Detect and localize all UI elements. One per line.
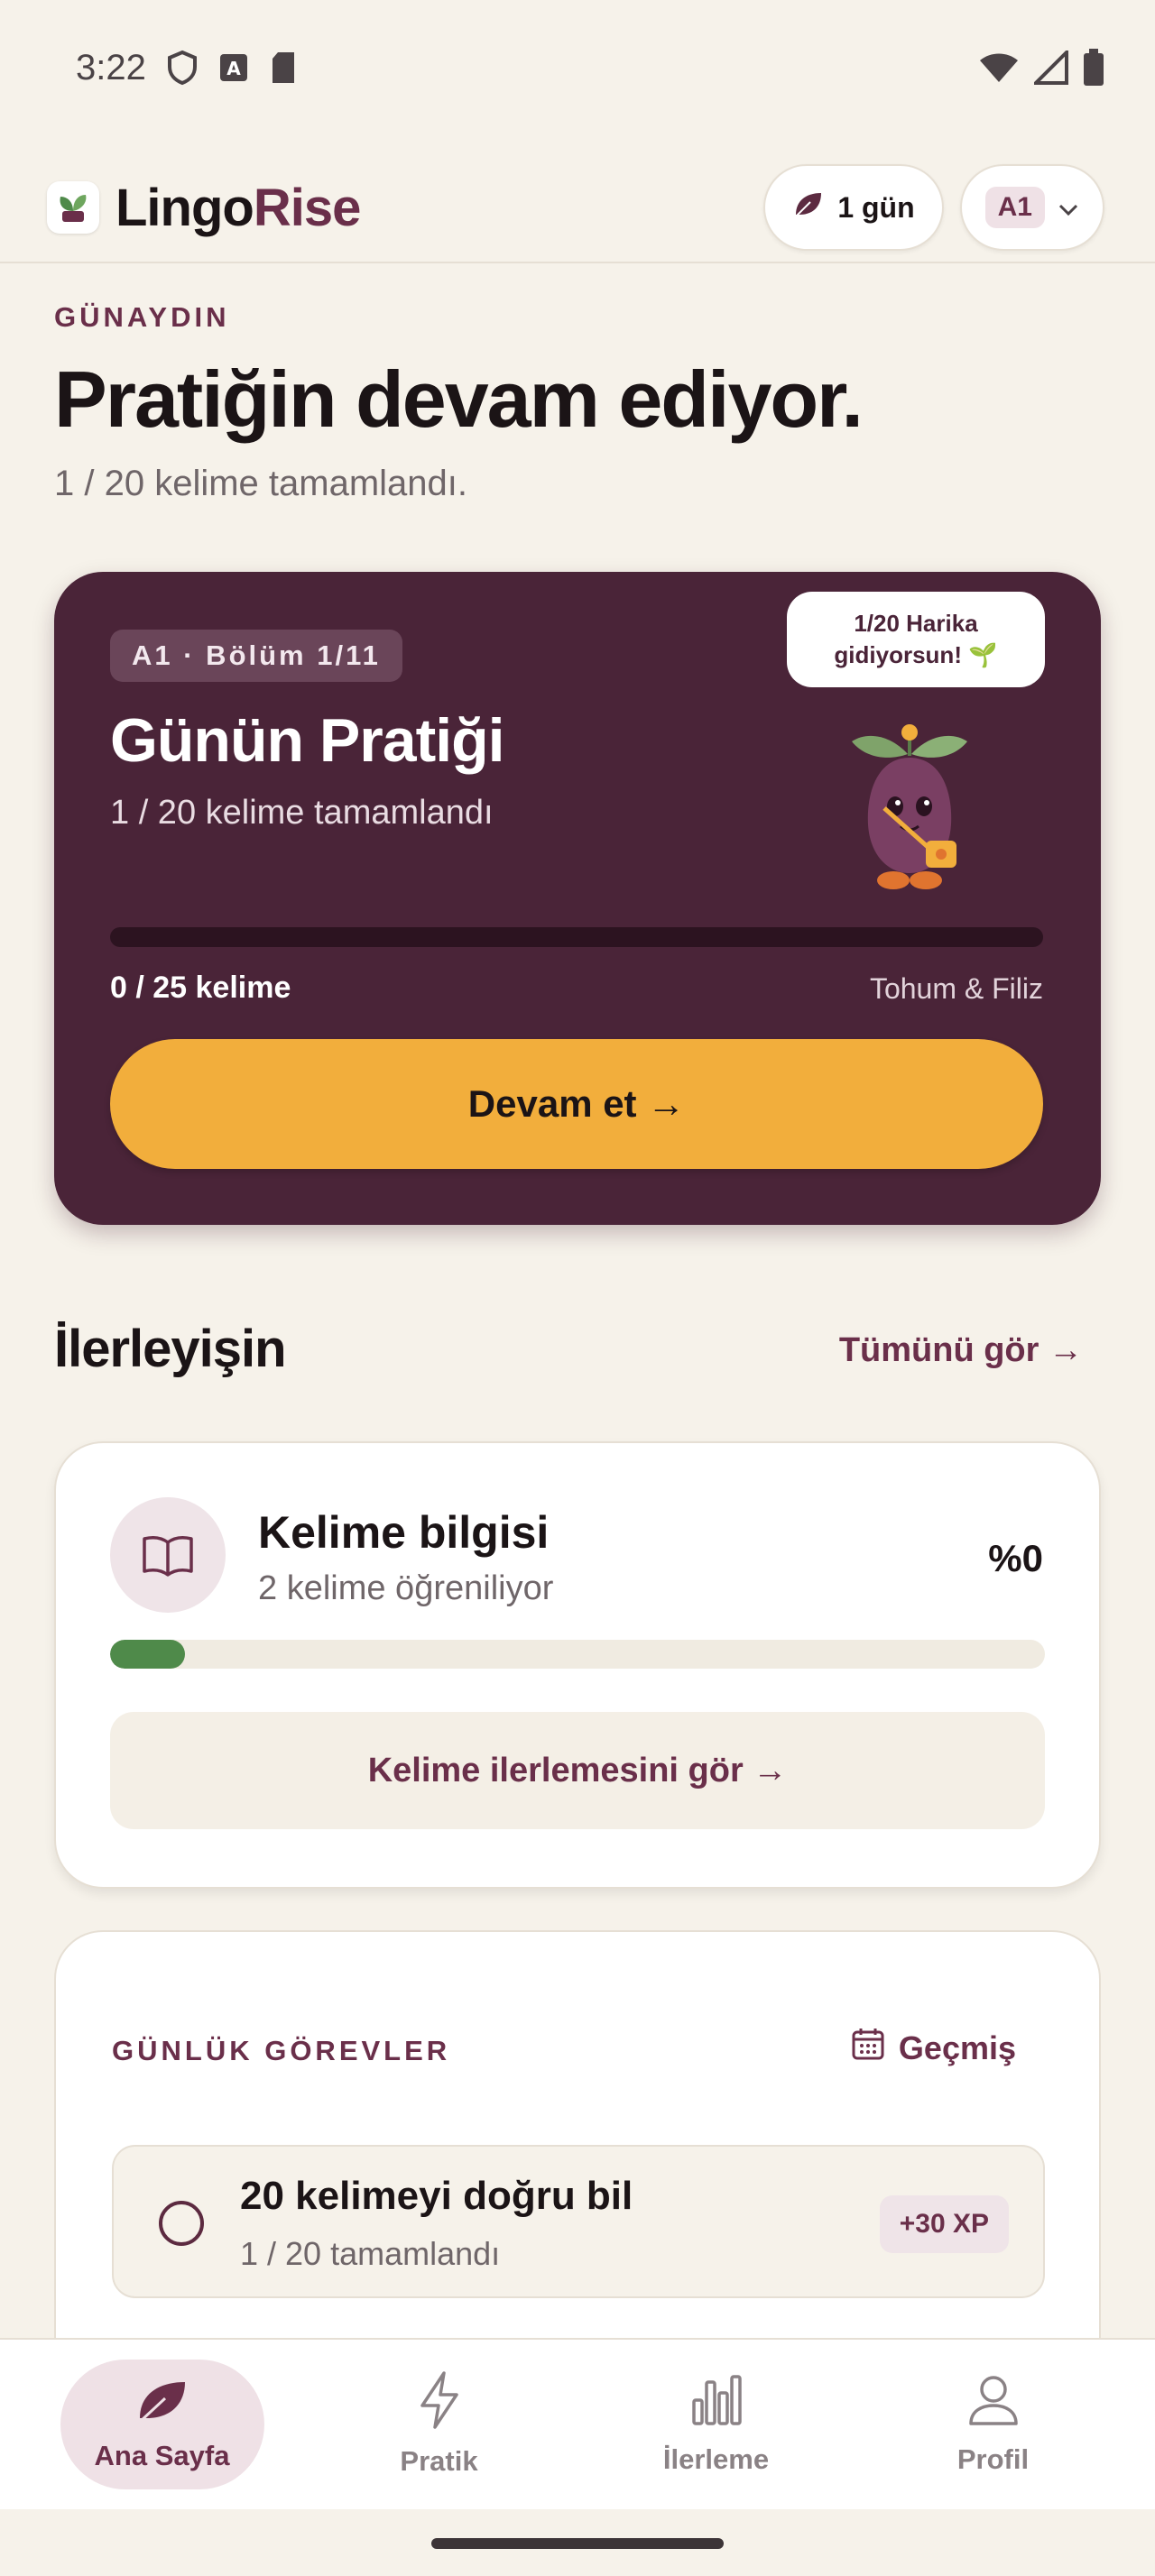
history-label: Geçmiş bbox=[898, 2029, 1016, 2066]
bottom-navigation: Ana Sayfa Pratik İlerleme Profil bbox=[0, 2338, 1155, 2509]
streak-label: 1 gün bbox=[837, 190, 915, 224]
nav-item-home[interactable]: Ana Sayfa bbox=[60, 2360, 264, 2489]
progress-section-title: İlerleyişin bbox=[54, 1320, 287, 1378]
task-title: 20 kelimeyi doğru bil bbox=[240, 2174, 633, 2218]
wifi-icon bbox=[978, 51, 1020, 84]
see-all-link[interactable]: Tümünü gör → bbox=[839, 1331, 1083, 1370]
svg-text:A: A bbox=[226, 58, 241, 79]
brand-name: LingoRise bbox=[116, 178, 362, 238]
calendar-icon bbox=[850, 2026, 886, 2070]
lightning-icon bbox=[417, 2371, 462, 2436]
task-subtitle: 1 / 20 tamamlandı bbox=[240, 2235, 501, 2272]
practice-stage-label: Tohum & Filiz bbox=[869, 972, 1043, 1005]
task-xp-badge: +30 XP bbox=[879, 2195, 1009, 2253]
leaf-icon bbox=[136, 2377, 189, 2431]
practice-subtitle: 1 / 20 kelime tamamlandı bbox=[110, 794, 494, 832]
leaf-icon bbox=[792, 189, 825, 225]
greeting-subtitle: 1 / 20 kelime tamamlandı. bbox=[54, 464, 467, 503]
vocabulary-title: Kelime bilgisi bbox=[258, 1507, 550, 1558]
daily-tasks-eyebrow: GÜNLÜK GÖREVLER bbox=[112, 2035, 451, 2066]
mascot-icon bbox=[828, 718, 991, 898]
header-actions: 1 gün A1 bbox=[763, 164, 1104, 251]
vocabulary-progress-track bbox=[110, 1640, 1045, 1669]
person-icon bbox=[967, 2373, 1020, 2434]
mascot-speech-bubble: 1/20 Harika gidiyorsun! 🌱 bbox=[787, 592, 1045, 687]
shield-icon bbox=[166, 50, 199, 86]
status-bar: 3:22 A bbox=[0, 0, 1155, 135]
brand-name-part2: Rise bbox=[253, 178, 362, 237]
practice-word-count: 0 / 25 kelime bbox=[110, 971, 291, 1005]
continue-button[interactable]: Devam et → bbox=[110, 1039, 1043, 1169]
bar-chart-icon bbox=[690, 2373, 743, 2434]
task-row[interactable]: 20 kelimeyi doğru bil 1 / 20 tamamlandı … bbox=[112, 2145, 1045, 2298]
nav-item-profile[interactable]: Profil bbox=[892, 2360, 1095, 2489]
status-left: 3:22 A bbox=[76, 48, 298, 88]
vocabulary-subtitle: 2 kelime öğreniliyor bbox=[258, 1569, 554, 1607]
level-selector[interactable]: A1 bbox=[959, 164, 1104, 251]
status-right bbox=[978, 49, 1104, 87]
vocabulary-percent: %0 bbox=[988, 1537, 1043, 1579]
status-time: 3:22 bbox=[76, 47, 146, 87]
nav-label-home: Ana Sayfa bbox=[94, 2440, 230, 2471]
brand[interactable]: LingoRise bbox=[47, 178, 362, 238]
task-checkbox[interactable] bbox=[159, 2201, 204, 2246]
sd-card-icon bbox=[269, 51, 298, 85]
practice-title: Günün Pratiği bbox=[110, 706, 505, 775]
unit-chip: A1 · Bölüm 1/11 bbox=[110, 630, 402, 682]
practice-progress-track bbox=[110, 927, 1043, 947]
battery-icon bbox=[1083, 49, 1104, 87]
nav-item-practice[interactable]: Pratik bbox=[337, 2360, 541, 2489]
nav-label-profile: Profil bbox=[956, 2443, 1030, 2475]
nav-item-progress[interactable]: İlerleme bbox=[614, 2360, 818, 2489]
vocabulary-progress-button[interactable]: Kelime ilerlemesini gör → bbox=[110, 1712, 1045, 1829]
gesture-bar[interactable] bbox=[431, 2538, 724, 2549]
greeting-title: Pratiğin devam ediyor. bbox=[54, 354, 864, 444]
nav-label-practice: Pratik bbox=[400, 2445, 478, 2477]
streak-pill[interactable]: 1 gün bbox=[763, 164, 944, 251]
greeting-eyebrow: GÜNAYDIN bbox=[54, 301, 230, 333]
app-header: LingoRise 1 gün A1 bbox=[0, 153, 1155, 263]
level-badge: A1 bbox=[984, 187, 1045, 228]
book-icon bbox=[110, 1497, 226, 1613]
vocabulary-progress-fill bbox=[110, 1640, 185, 1669]
vocabulary-card: Kelime bilgisi 2 kelime öğreniliyor %0 K… bbox=[54, 1441, 1101, 1889]
chevron-down-icon bbox=[1058, 191, 1079, 225]
nav-label-progress: İlerleme bbox=[662, 2443, 770, 2475]
signal-icon bbox=[1034, 51, 1068, 85]
brand-name-part1: Lingo bbox=[116, 178, 254, 237]
sprout-logo-icon bbox=[47, 181, 99, 234]
font-app-icon: A bbox=[218, 52, 249, 83]
history-button[interactable]: Geçmiş bbox=[850, 2026, 1016, 2070]
daily-practice-card[interactable]: A1 · Bölüm 1/11 1/20 Harika gidiyorsun! … bbox=[54, 572, 1101, 1225]
